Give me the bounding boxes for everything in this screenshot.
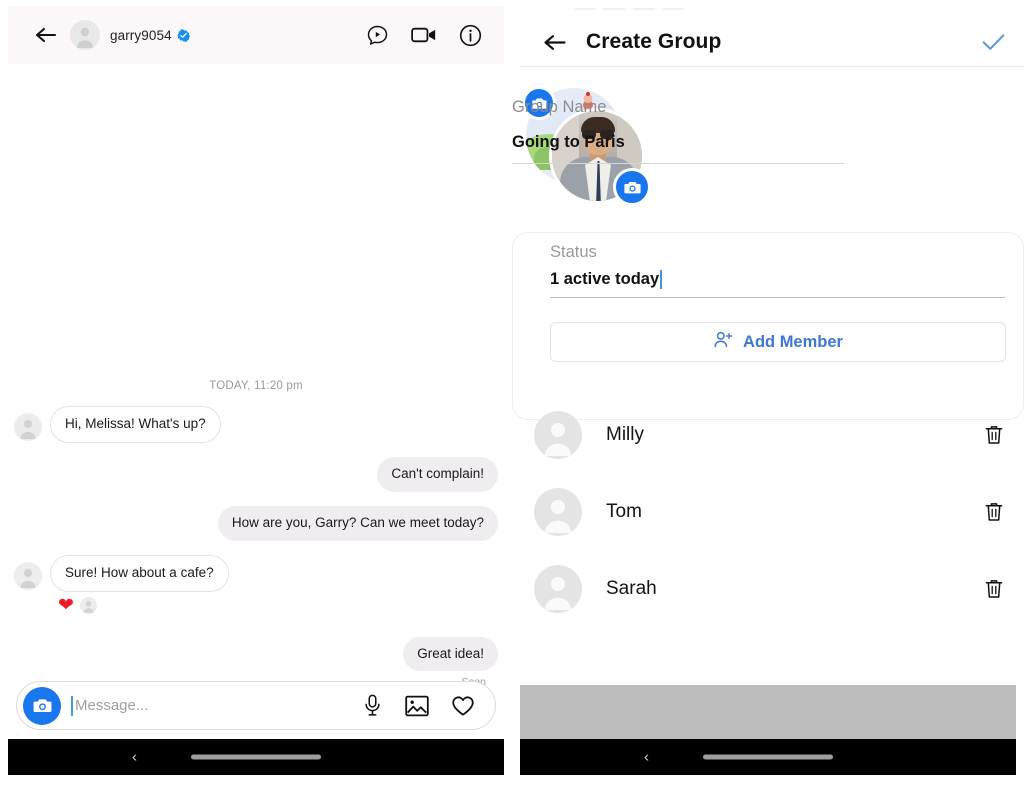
member-name: Milly: [606, 423, 644, 445]
text-cursor: [660, 270, 663, 289]
group-name-label: Group Name: [512, 98, 607, 116]
home-indicator[interactable]: [703, 754, 833, 760]
message-bubble[interactable]: Great idea!: [403, 636, 498, 672]
text-cursor: [71, 695, 73, 716]
field-underline: [512, 163, 844, 164]
camera-badge-icon[interactable]: [613, 168, 651, 206]
avatar: [534, 487, 582, 536]
system-navigation-bar: ‹: [520, 739, 1016, 775]
composer-actions: [362, 694, 475, 717]
message-input[interactable]: Message...: [75, 697, 148, 714]
reactor-avatar: [79, 596, 97, 614]
camera-icon[interactable]: [23, 686, 61, 725]
avatar[interactable]: [70, 20, 100, 50]
message-bubble[interactable]: Sure! How about a cafe?: [50, 554, 229, 592]
member-row[interactable]: Sarah: [512, 550, 1024, 627]
message-list: TODAY, 11:20 pm Hi, Melissa! What's up? …: [0, 64, 512, 688]
gallery-icon[interactable]: [405, 695, 429, 717]
heart-icon[interactable]: [451, 695, 475, 717]
microphone-icon[interactable]: [362, 694, 383, 717]
add-member-button[interactable]: Add Member: [550, 322, 1006, 362]
bottom-gray-area: [520, 685, 1016, 740]
member-row[interactable]: Milly: [512, 396, 1024, 473]
screenshot-root: garry9054 TODAY, 11:20 pm Hi, Melissa! W…: [0, 0, 1024, 788]
message-composer: Message...: [16, 681, 496, 730]
system-back-icon[interactable]: ‹: [132, 750, 137, 765]
status-input[interactable]: 1 active today: [550, 270, 663, 289]
message-row: Sure! How about a cafe?: [0, 554, 512, 592]
chat-header: garry9054: [8, 6, 504, 64]
trash-icon[interactable]: [984, 424, 1004, 446]
back-icon[interactable]: [26, 25, 66, 45]
message-reaction[interactable]: ❤: [0, 596, 512, 615]
heart-reaction-icon[interactable]: ❤: [58, 596, 74, 615]
message-bubble[interactable]: How are you, Garry? Can we meet today?: [217, 505, 498, 541]
status-card: Status 1 active today Add Member: [512, 232, 1024, 420]
trash-icon[interactable]: [984, 578, 1004, 600]
field-underline: [550, 297, 1005, 298]
message-row: Great idea!: [0, 636, 512, 672]
chat-panel: garry9054 TODAY, 11:20 pm Hi, Melissa! W…: [0, 0, 512, 788]
group-name-field: Group Name Going to Paris: [512, 98, 844, 164]
info-icon[interactable]: [459, 24, 482, 47]
member-name: Tom: [606, 500, 642, 522]
message-bubble[interactable]: Hi, Melissa! What's up?: [50, 406, 221, 443]
chat-header-actions: [366, 24, 482, 47]
check-icon[interactable]: [981, 32, 1006, 52]
day-timestamp: TODAY, 11:20 pm: [209, 380, 303, 392]
status-input-text: 1 active today: [550, 270, 660, 288]
video-call-icon[interactable]: [411, 25, 437, 45]
avatar: [14, 561, 42, 590]
avatar: [534, 410, 582, 459]
verified-badge-icon: [177, 28, 190, 42]
chat-username[interactable]: garry9054: [110, 28, 172, 43]
member-row[interactable]: Tom: [512, 473, 1024, 550]
message-bubble[interactable]: Can't complain!: [377, 456, 498, 492]
back-icon[interactable]: [542, 32, 568, 53]
create-group-panel: Create Group Group Name Going to Paris S…: [512, 0, 1024, 788]
member-name: Sarah: [606, 577, 657, 599]
message-row: Can't complain!: [0, 456, 512, 492]
add-person-icon: [713, 330, 733, 355]
create-group-header: Create Group: [520, 18, 1024, 67]
member-list: Milly Tom Sarah: [512, 396, 1024, 627]
status-bar-dashes: [574, 7, 684, 10]
video-message-icon[interactable]: [366, 24, 389, 47]
search-wrap: Message...: [71, 695, 362, 716]
system-navigation-bar: ‹: [8, 739, 504, 775]
message-row: How are you, Garry? Can we meet today?: [0, 505, 512, 541]
avatar: [14, 412, 42, 441]
add-member-label: Add Member: [743, 332, 843, 351]
system-back-icon[interactable]: ‹: [644, 750, 649, 765]
avatar: [534, 564, 582, 613]
group-name-input[interactable]: Going to Paris: [512, 133, 844, 152]
message-row: Hi, Melissa! What's up?: [0, 406, 512, 443]
page-title: Create Group: [586, 30, 722, 53]
status-label: Status: [550, 243, 597, 261]
trash-icon[interactable]: [984, 501, 1004, 523]
home-indicator[interactable]: [191, 754, 321, 760]
